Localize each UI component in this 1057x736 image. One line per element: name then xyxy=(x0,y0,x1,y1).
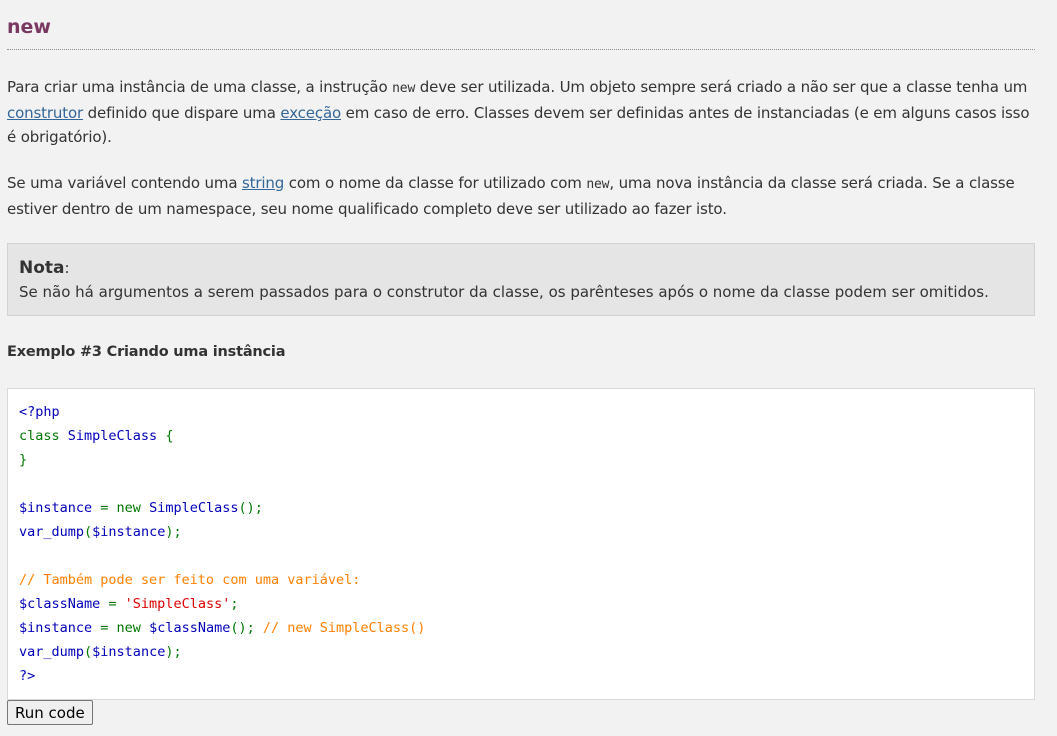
code-token: (); xyxy=(238,500,263,516)
string-text-1: Se uma variável contendo uma xyxy=(7,174,242,192)
inline-code-new-2: new xyxy=(586,177,610,192)
code-line: $className = 'SimpleClass'; xyxy=(19,592,1023,616)
note-colon: : xyxy=(64,259,70,277)
code-token: $className xyxy=(19,596,109,612)
code-line: $instance = new SimpleClass(); xyxy=(19,496,1023,520)
example-title: Exemplo #3 Criando uma instância xyxy=(7,344,286,360)
code-line: } xyxy=(19,448,1023,472)
code-block: <?php class SimpleClass {} $instance = new… xyxy=(7,388,1035,700)
code-token: { xyxy=(165,428,174,444)
code-line: $instance = new $className(); // new Sim… xyxy=(19,616,1023,640)
code-token: } xyxy=(19,452,28,468)
note-heading: Nota: xyxy=(19,256,1023,280)
code-line: // Também pode ser feito com uma variáve… xyxy=(19,568,1023,592)
string-text-2: com o nome da classe for utilizado com xyxy=(284,174,587,192)
code-token: $instance xyxy=(92,524,166,540)
code-token: = new xyxy=(100,620,150,636)
code-token: // new SimpleClass() xyxy=(262,620,426,636)
inline-code-new: new xyxy=(392,81,416,96)
page: new Para criar uma instância de uma clas… xyxy=(0,0,1057,736)
note-text: Se não há argumentos a serem passados pa… xyxy=(19,283,989,301)
code-token: var_dump xyxy=(19,644,85,660)
code-token: (); xyxy=(230,620,263,636)
code-token: class xyxy=(19,428,68,444)
code-token: SimpleClass xyxy=(67,428,166,444)
code-token: 'SimpleClass' xyxy=(124,596,231,612)
exception-link[interactable]: exceção xyxy=(280,104,341,122)
code-line: var_dump($instance); xyxy=(19,640,1023,664)
code-token: var_dump xyxy=(19,524,85,540)
code-token: $instance xyxy=(19,620,101,636)
code-line: class SimpleClass { xyxy=(19,424,1023,448)
intro-paragraph: Para criar uma instância de uma classe, … xyxy=(7,75,1037,149)
note-box: Nota: Se não há argumentos a serem passa… xyxy=(7,243,1035,316)
code-token: SimpleClass xyxy=(149,500,239,516)
string-link[interactable]: string xyxy=(242,174,284,192)
code-token: = new xyxy=(100,500,150,516)
section-title: new xyxy=(7,12,1035,50)
constructor-link[interactable]: construtor xyxy=(7,104,83,122)
code-token: ); xyxy=(165,524,182,540)
note-title: Nota xyxy=(19,258,65,278)
code-token: ?> xyxy=(19,668,36,684)
intro-text-1: Para criar uma instância de uma classe, … xyxy=(7,78,393,96)
code-token: $instance xyxy=(92,644,166,660)
code-line: ?> xyxy=(19,664,1023,688)
run-code-button[interactable]: Run code xyxy=(7,700,93,725)
code-token: $instance xyxy=(19,500,101,516)
intro-text-3: definido que dispare uma xyxy=(83,104,281,122)
code-token: $className xyxy=(149,620,231,636)
intro-text-2: deve ser utilizada. Um objeto sempre ser… xyxy=(415,78,1028,96)
code-token: ); xyxy=(165,644,182,660)
code-line: <?php xyxy=(19,400,1023,424)
code-token: = xyxy=(108,596,125,612)
code-token: ; xyxy=(230,596,239,612)
code-token: ( xyxy=(84,644,93,660)
code-token: // Também pode ser feito com uma variáve… xyxy=(19,572,361,588)
string-paragraph: Se uma variável contendo uma string com … xyxy=(7,171,1037,221)
code-token: ( xyxy=(84,524,93,540)
code-token: <?php xyxy=(19,404,60,420)
code-line: var_dump($instance); xyxy=(19,520,1023,544)
